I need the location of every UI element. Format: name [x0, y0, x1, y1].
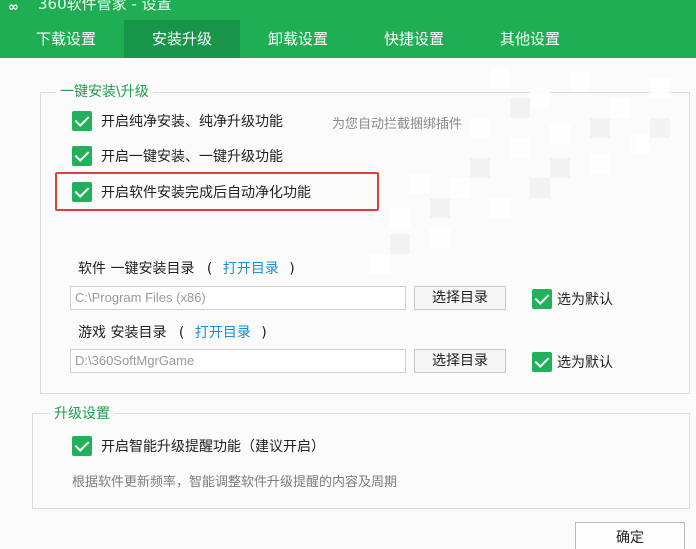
- open-game-dir-link[interactable]: 打开目录: [195, 325, 251, 341]
- software-set-default-label: 选为默认: [557, 292, 613, 308]
- game-dir-label-line: 游戏 安装目录 ( 打开目录 ): [78, 322, 267, 342]
- tab-uninstall-settings[interactable]: 卸载设置: [246, 20, 350, 58]
- tab-other-settings[interactable]: 其他设置: [478, 20, 582, 58]
- upgrade-group-box: [32, 413, 690, 509]
- tab-install-upgrade[interactable]: 安装升级: [124, 20, 240, 58]
- pure-install-checkbox[interactable]: [72, 111, 92, 131]
- pure-install-option[interactable]: 开启纯净安装、纯净升级功能: [72, 109, 283, 133]
- software-dir-paren-open: (: [206, 261, 213, 277]
- window-title: 360软件管家 - 设置: [38, 0, 172, 13]
- open-software-dir-link[interactable]: 打开目录: [223, 261, 279, 277]
- settings-content: 一键安装\升级 开启纯净安装、纯净升级功能 为您自动拦截捆绑插件 开启一键安装、…: [0, 58, 696, 549]
- tab-shortcut-settings[interactable]: 快捷设置: [362, 20, 466, 58]
- one-click-install-option[interactable]: 开启一键安装、一键升级功能: [72, 144, 283, 168]
- upgrade-section-title: 升级设置: [50, 405, 114, 423]
- smart-upgrade-checkbox[interactable]: [72, 436, 92, 456]
- software-dir-label: 软件 一键安装目录: [78, 261, 195, 277]
- game-dir-paren-close: ): [261, 325, 267, 341]
- auto-clean-label: 开启软件安装完成后自动净化功能: [101, 185, 311, 201]
- smart-upgrade-description: 根据软件更新频率，智能调整软件升级提醒的内容及周期: [72, 475, 398, 490]
- smart-upgrade-label: 开启智能升级提醒功能（建议开启）: [101, 439, 325, 455]
- game-dir-input[interactable]: D:\360SoftMgrGame: [70, 349, 406, 373]
- auto-clean-checkbox[interactable]: [72, 182, 92, 202]
- software-dir-input[interactable]: C:\Program Files (x86): [70, 286, 406, 310]
- pure-install-label: 开启纯净安装、纯净升级功能: [101, 114, 283, 130]
- auto-clean-option[interactable]: 开启软件安装完成后自动净化功能: [72, 180, 311, 204]
- smart-upgrade-option[interactable]: 开启智能升级提醒功能（建议开启）: [72, 434, 325, 458]
- title-bar: ∞ 360软件管家 - 设置: [0, 0, 696, 20]
- software-set-default-option[interactable]: 选为默认: [532, 287, 613, 311]
- one-click-install-checkbox[interactable]: [72, 146, 92, 166]
- install-section-title: 一键安装\升级: [56, 83, 153, 101]
- software-choose-dir-button[interactable]: 选择目录: [414, 286, 506, 310]
- game-set-default-label: 选为默认: [557, 355, 613, 371]
- game-set-default-option[interactable]: 选为默认: [532, 350, 613, 374]
- pure-install-hint: 为您自动拦截捆绑插件: [332, 117, 463, 132]
- software-set-default-checkbox[interactable]: [532, 289, 552, 309]
- software-dir-paren-close: ): [289, 261, 295, 277]
- game-choose-dir-button[interactable]: 选择目录: [414, 349, 506, 373]
- tab-download-settings[interactable]: 下载设置: [14, 20, 118, 58]
- game-set-default-checkbox[interactable]: [532, 352, 552, 372]
- game-dir-label: 游戏 安装目录: [78, 325, 167, 341]
- app-logo-icon: ∞: [8, 0, 19, 15]
- software-dir-label-line: 软件 一键安装目录 ( 打开目录 ): [78, 258, 295, 278]
- game-dir-paren-open: (: [178, 325, 185, 341]
- settings-tab-bar: 下载设置 安装升级 卸载设置 快捷设置 其他设置: [0, 20, 696, 58]
- ok-button[interactable]: 确定: [575, 522, 685, 549]
- one-click-install-label: 开启一键安装、一键升级功能: [101, 149, 283, 165]
